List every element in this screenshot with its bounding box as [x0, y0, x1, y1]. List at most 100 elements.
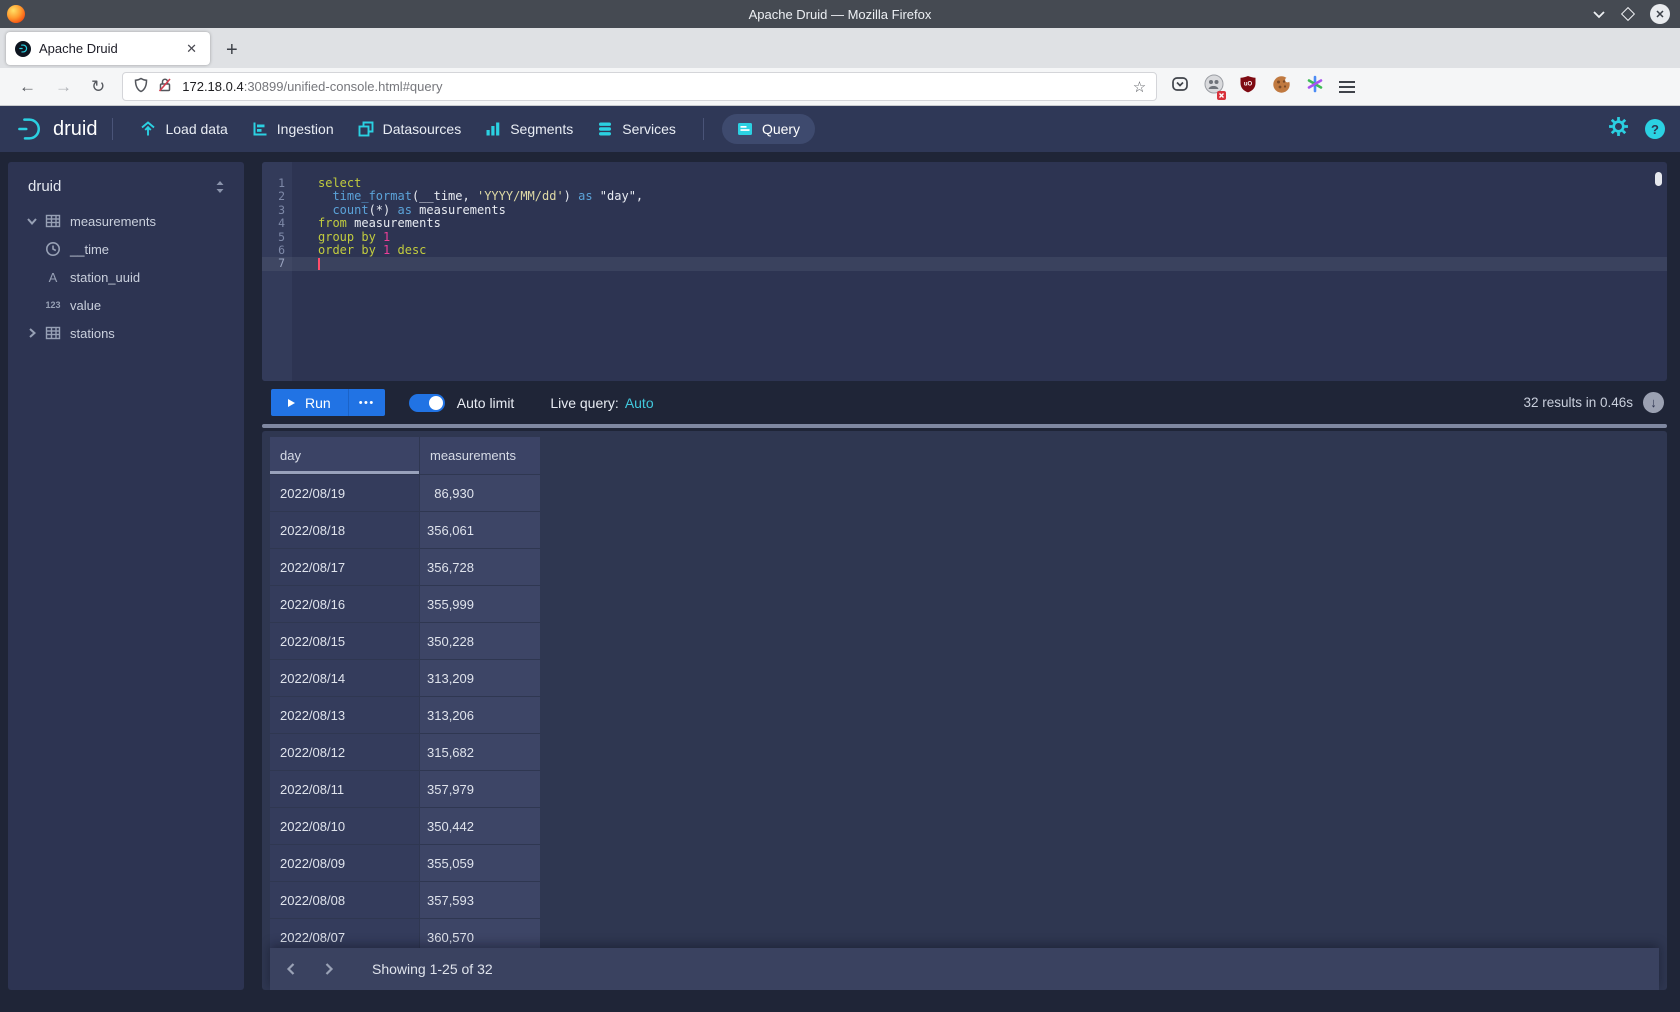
- code-line[interactable]: group by 1: [292, 231, 1667, 244]
- menu-hamburger-icon[interactable]: [1339, 78, 1355, 96]
- code-line[interactable]: [292, 257, 1667, 270]
- run-more-button[interactable]: •••: [348, 389, 385, 416]
- column-header-measurements[interactable]: measurements: [420, 437, 540, 474]
- table-row: 2022/08/16355,999: [270, 586, 1659, 622]
- auto-limit-toggle[interactable]: [409, 394, 445, 412]
- cell-measurements[interactable]: 315,682: [420, 734, 540, 770]
- cell-day[interactable]: 2022/08/13: [270, 697, 419, 733]
- code-line[interactable]: order by 1 desc: [292, 244, 1667, 257]
- cell-measurements[interactable]: 355,999: [420, 586, 540, 622]
- svg-text:uO: uO: [1244, 82, 1253, 88]
- ublock-origin-icon[interactable]: uO: [1239, 75, 1257, 98]
- chevron-right-icon[interactable]: [18, 327, 40, 339]
- window-minimize-icon[interactable]: [1592, 10, 1606, 19]
- table-icon: [40, 213, 66, 229]
- cell-day[interactable]: 2022/08/10: [270, 808, 419, 844]
- run-button[interactable]: Run: [271, 389, 348, 416]
- cell-measurements[interactable]: 313,209: [420, 660, 540, 696]
- pocket-icon[interactable]: [1171, 75, 1189, 98]
- code-line[interactable]: select: [292, 177, 1667, 190]
- url-bar[interactable]: 172.18.0.4 :30899/unified-console.html#q…: [122, 72, 1157, 101]
- cell-measurements[interactable]: 356,061: [420, 512, 540, 548]
- cell-day[interactable]: 2022/08/19: [270, 475, 419, 511]
- tree-item-station-uuid[interactable]: A station_uuid: [18, 263, 234, 291]
- page-next-icon[interactable]: [312, 956, 346, 982]
- cell-measurements[interactable]: 350,442: [420, 808, 540, 844]
- window-close-icon[interactable]: ✕: [1650, 4, 1670, 24]
- chevron-down-icon[interactable]: [18, 215, 40, 227]
- nav-item-ingestion[interactable]: Ingestion: [252, 121, 334, 137]
- cell-measurements[interactable]: 86,930: [420, 475, 540, 511]
- reload-icon[interactable]: ↻: [91, 78, 105, 95]
- nav-item-datasources[interactable]: Datasources: [358, 121, 462, 137]
- results-table-body: 2022/08/1986,9302022/08/18356,0612022/08…: [270, 475, 1659, 955]
- query-icon: [737, 121, 753, 137]
- tree-item-measurements[interactable]: measurements: [18, 207, 234, 235]
- code-line[interactable]: from measurements: [292, 217, 1667, 230]
- back-icon[interactable]: ←: [19, 78, 36, 95]
- code-token: order by: [318, 243, 376, 257]
- table-row: 2022/08/1986,930: [270, 475, 1659, 511]
- code-token: desc: [398, 243, 427, 257]
- window-maximize-icon[interactable]: [1621, 7, 1635, 21]
- cell-day[interactable]: 2022/08/14: [270, 660, 419, 696]
- live-query-value[interactable]: Auto: [625, 395, 654, 411]
- tree-item-label: station_uuid: [70, 270, 140, 285]
- forward-icon[interactable]: →: [55, 78, 72, 95]
- druid-logo[interactable]: druid: [15, 114, 97, 144]
- code-line[interactable]: count(*) as measurements: [292, 204, 1667, 217]
- cell-day[interactable]: 2022/08/08: [270, 882, 419, 918]
- tree-item-value[interactable]: 123 value: [18, 291, 234, 319]
- nav-item-label: Datasources: [383, 121, 462, 137]
- tab-query[interactable]: Query: [722, 114, 815, 144]
- line-number: 3: [262, 204, 292, 217]
- cell-day[interactable]: 2022/08/09: [270, 845, 419, 881]
- cell-day[interactable]: 2022/08/11: [270, 771, 419, 807]
- page-prev-icon[interactable]: [274, 956, 308, 982]
- bookmark-star-icon[interactable]: ☆: [1133, 78, 1146, 96]
- cookie-extension-icon[interactable]: [1272, 75, 1291, 99]
- column-header-day[interactable]: day: [270, 437, 419, 474]
- nav-item-load-data[interactable]: Load data: [140, 121, 227, 137]
- nav-item-services[interactable]: Services: [597, 121, 676, 137]
- cell-day[interactable]: 2022/08/16: [270, 586, 419, 622]
- sql-editor[interactable]: 1234567 select time_format(__time, 'YYYY…: [262, 162, 1667, 381]
- code-token: count: [332, 203, 368, 217]
- text-cursor: [318, 258, 320, 270]
- nav-item-segments[interactable]: Segments: [485, 121, 573, 137]
- nav-item-label: Segments: [510, 121, 573, 137]
- code-token: ): [564, 189, 578, 203]
- new-tab-button[interactable]: +: [226, 40, 238, 60]
- services-icon: [597, 121, 613, 137]
- tree-item-stations[interactable]: stations: [18, 319, 234, 347]
- settings-gear-icon[interactable]: [1608, 116, 1629, 142]
- cell-day[interactable]: 2022/08/15: [270, 623, 419, 659]
- panel-resize-handle[interactable]: [262, 424, 1667, 428]
- cell-day[interactable]: 2022/08/17: [270, 549, 419, 585]
- column-header-label: day: [280, 448, 301, 463]
- tree-item-time[interactable]: __time: [18, 235, 234, 263]
- help-icon[interactable]: ?: [1645, 119, 1665, 139]
- browser-tab[interactable]: Apache Druid ✕: [6, 32, 210, 65]
- tracking-shield-icon[interactable]: [133, 77, 149, 96]
- editor-code-area[interactable]: select time_format(__time, 'YYYY/MM/dd')…: [292, 162, 1667, 381]
- colorful-asterisk-extension-icon[interactable]: [1306, 75, 1324, 98]
- browser-window: Apache Druid — Mozilla Firefox ✕ Apache …: [0, 0, 1680, 1012]
- cell-measurements[interactable]: 357,979: [420, 771, 540, 807]
- code-line[interactable]: time_format(__time, 'YYYY/MM/dd') as "da…: [292, 190, 1667, 203]
- cell-day[interactable]: 2022/08/12: [270, 734, 419, 770]
- cell-measurements[interactable]: 313,206: [420, 697, 540, 733]
- cell-measurements[interactable]: 356,728: [420, 549, 540, 585]
- schema-selector[interactable]: druid: [18, 176, 234, 207]
- editor-scrollbar-thumb[interactable]: [1655, 172, 1662, 186]
- code-token: 'YYYY/MM/dd': [477, 189, 564, 203]
- extension-permissions-icon[interactable]: [1204, 74, 1224, 99]
- toggle-knob: [429, 396, 443, 410]
- download-icon[interactable]: ↓: [1643, 392, 1664, 413]
- cell-measurements[interactable]: 350,228: [420, 623, 540, 659]
- cell-measurements[interactable]: 355,059: [420, 845, 540, 881]
- insecure-lock-icon[interactable]: [157, 77, 173, 96]
- cell-measurements[interactable]: 357,593: [420, 882, 540, 918]
- tab-close-icon[interactable]: ✕: [182, 39, 201, 59]
- cell-day[interactable]: 2022/08/18: [270, 512, 419, 548]
